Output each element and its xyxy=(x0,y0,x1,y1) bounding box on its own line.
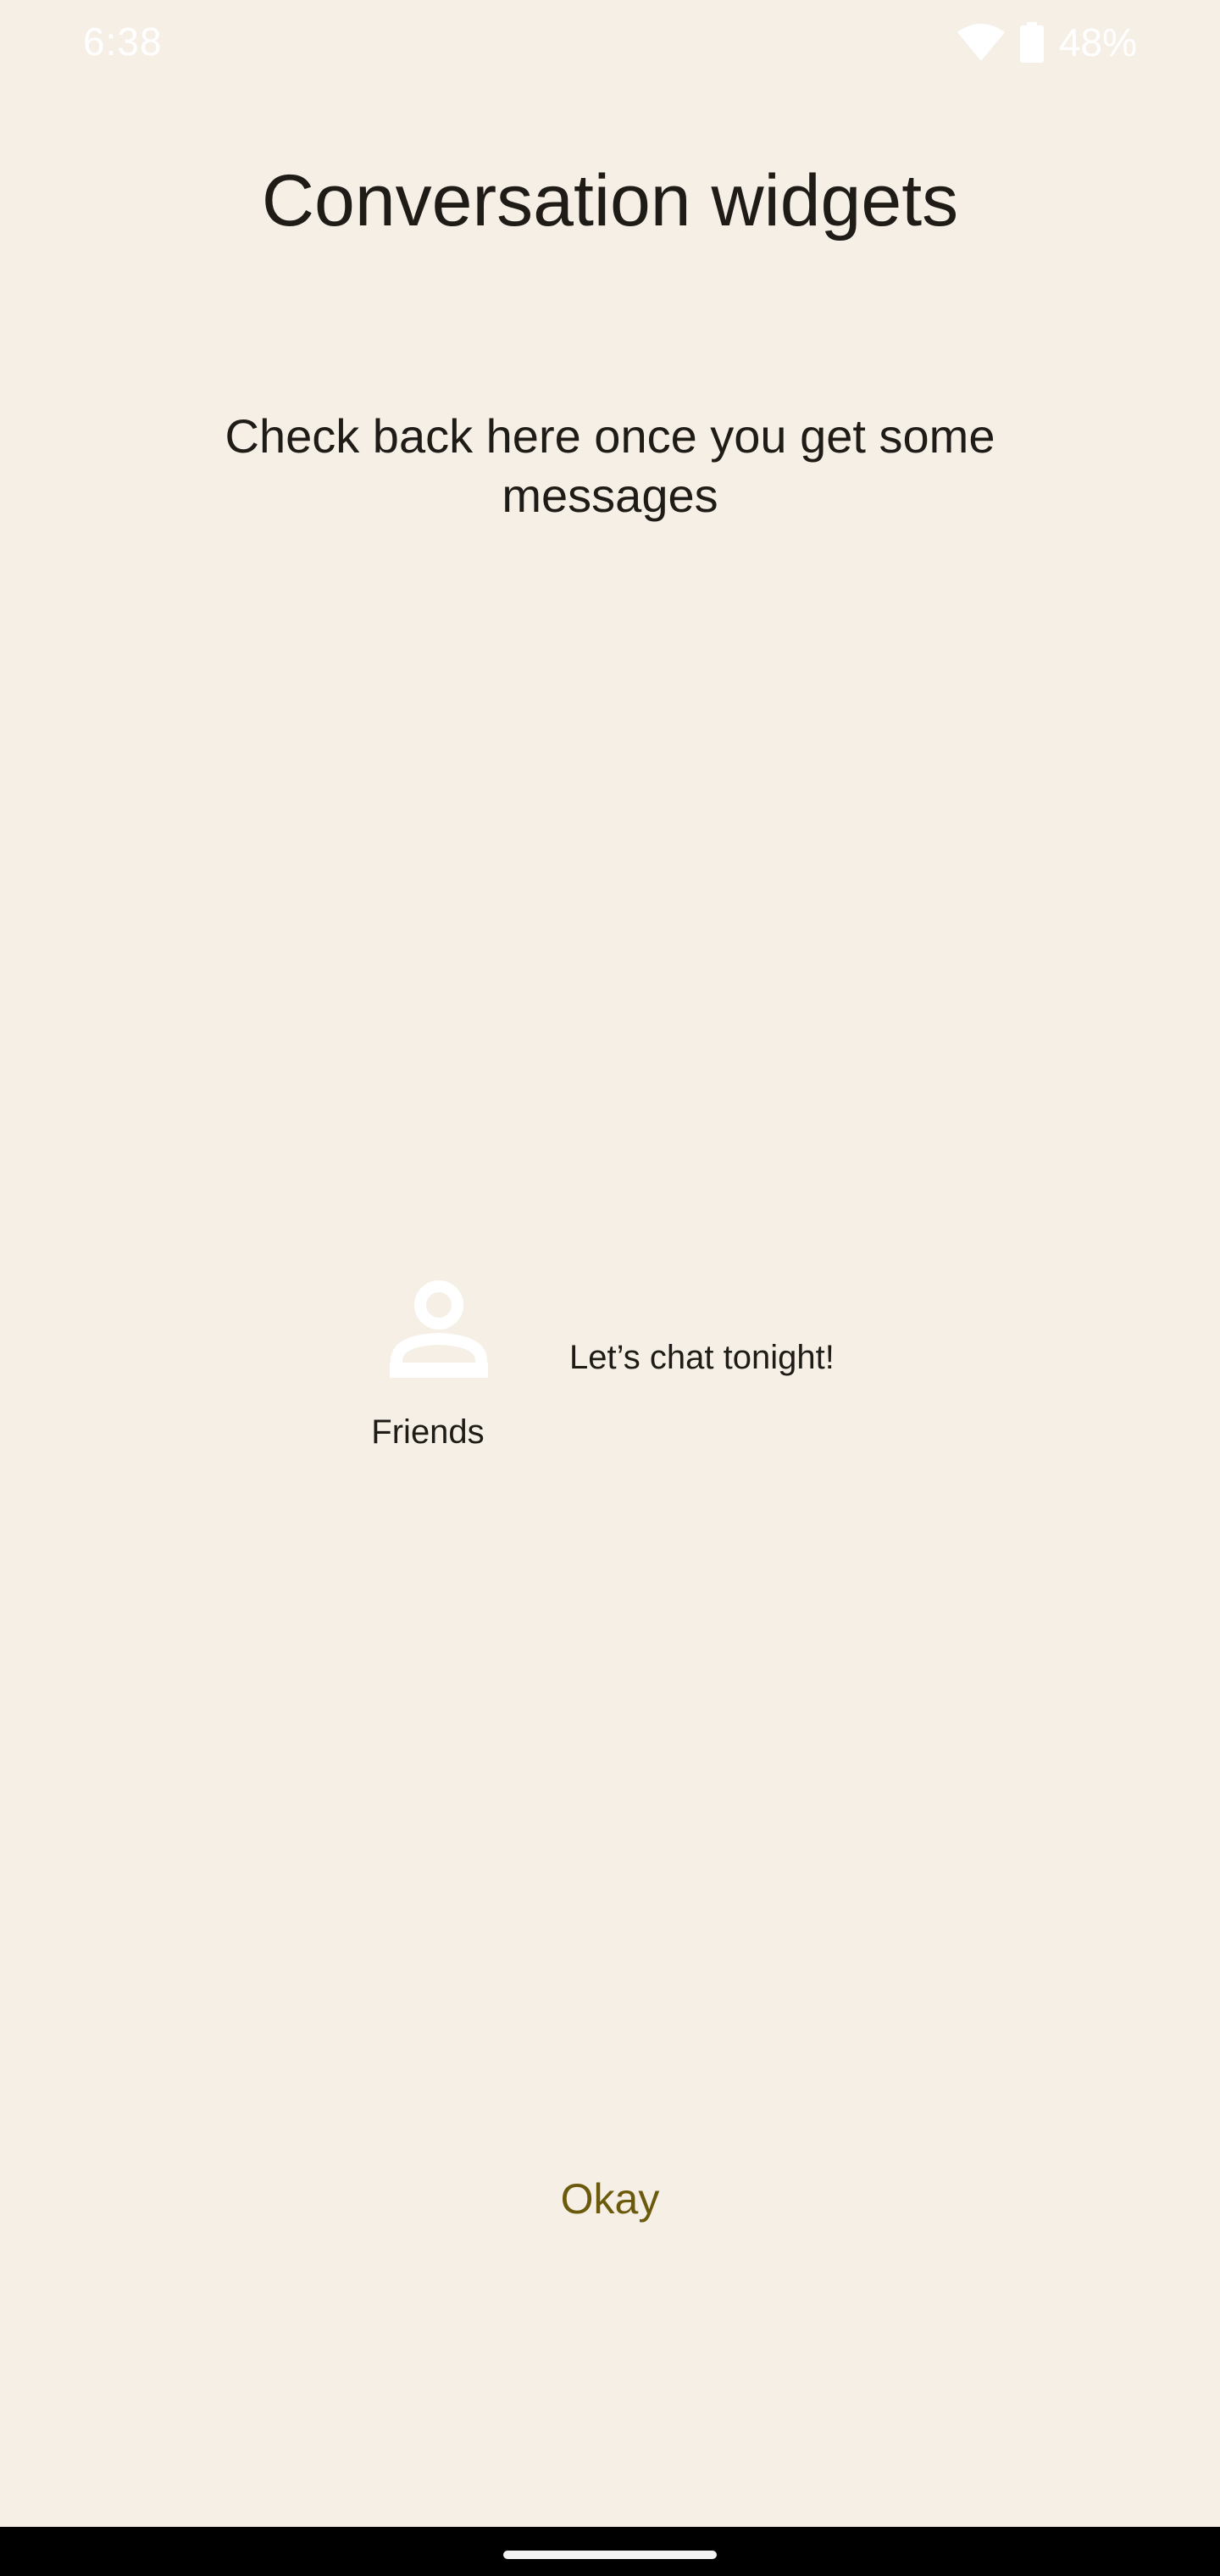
wifi-icon xyxy=(957,24,1005,61)
navigation-bar xyxy=(0,2527,1220,2576)
status-time: 6:38 xyxy=(83,19,163,64)
battery-percent: 48% xyxy=(1058,20,1137,64)
page-title: Conversation widgets xyxy=(261,160,959,242)
battery-icon xyxy=(1019,22,1044,63)
okay-button[interactable]: Okay xyxy=(474,2152,746,2246)
status-bar: 6:38 48% xyxy=(0,0,1220,85)
status-icons: 48% xyxy=(957,19,1137,66)
contact-name: Friends xyxy=(371,1413,485,1451)
contact: Friends xyxy=(356,1271,500,1474)
gesture-handle[interactable] xyxy=(503,2551,717,2559)
person-icon xyxy=(390,1280,488,1379)
conversation-widget-preview: Friends Let’s chat tonight! xyxy=(356,1271,898,1474)
preview-message: Let’s chat tonight! xyxy=(569,1339,835,1376)
empty-state-message: Check back here once you get some messag… xyxy=(225,409,995,522)
